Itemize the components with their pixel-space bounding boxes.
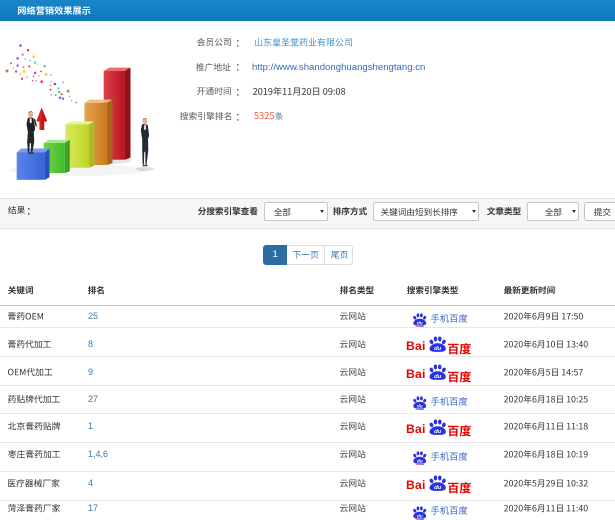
svg-text:du: du bbox=[416, 403, 422, 408]
svg-text:du: du bbox=[434, 374, 442, 380]
svg-text:du: du bbox=[434, 485, 442, 491]
svg-text:du: du bbox=[416, 320, 422, 325]
svg-text:du: du bbox=[434, 429, 442, 435]
svg-text:du: du bbox=[416, 513, 422, 518]
svg-text:du: du bbox=[434, 346, 442, 352]
svg-text:du: du bbox=[416, 458, 422, 463]
